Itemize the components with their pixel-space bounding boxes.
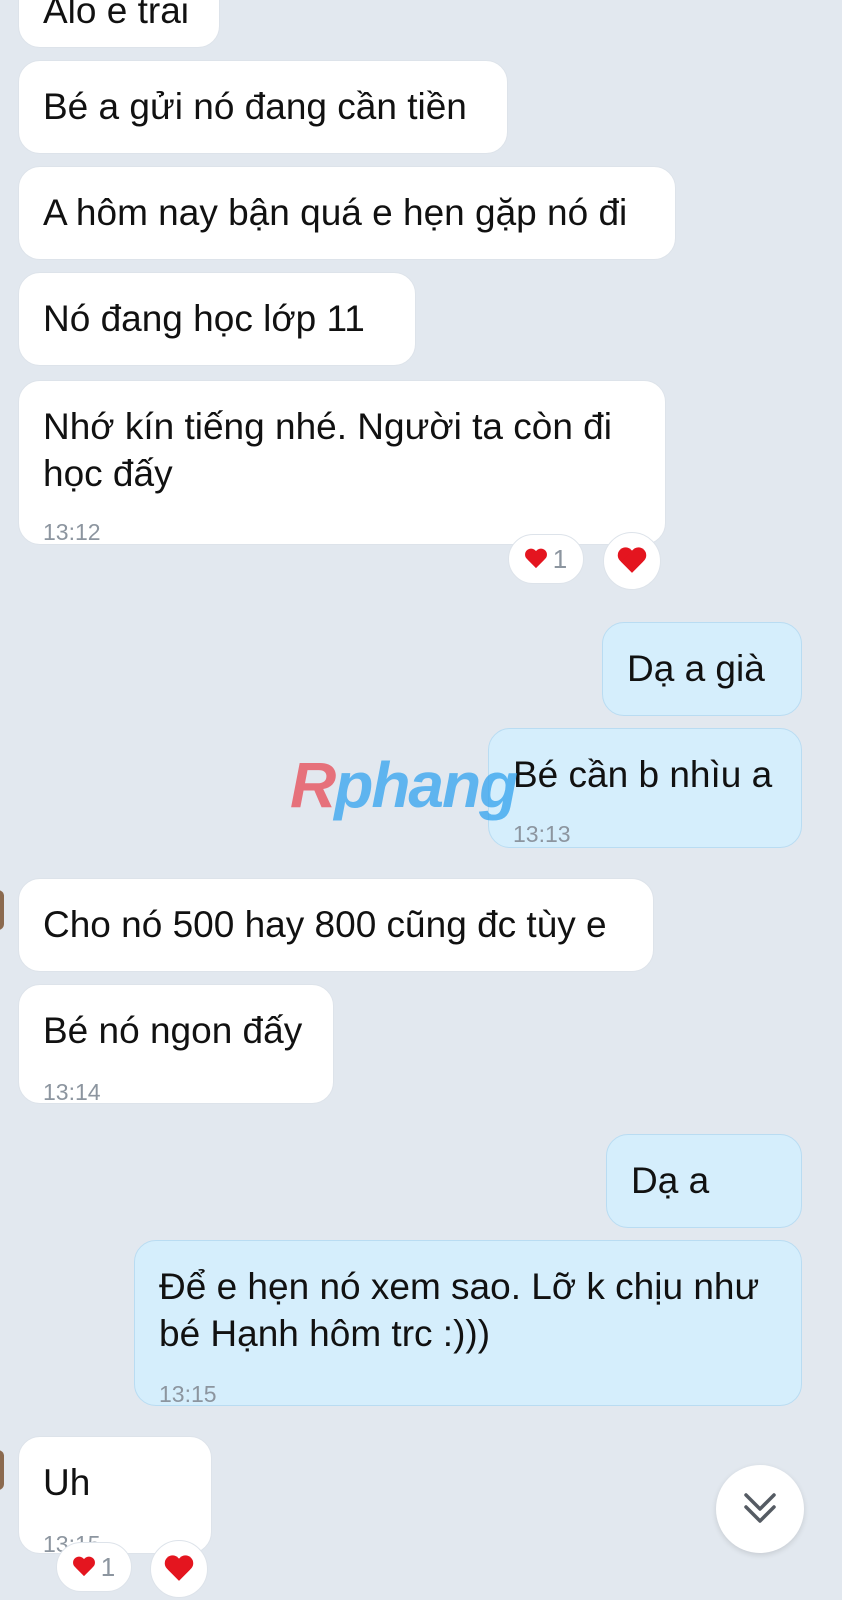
reaction-summary[interactable]: 1 bbox=[56, 1542, 132, 1592]
message-text: Nhớ kín tiếng nhé. Người ta còn đi học đ… bbox=[43, 406, 612, 494]
message-bubble[interactable]: Dạ a già bbox=[602, 622, 802, 716]
message-text: Nó đang học lớp 11 bbox=[43, 298, 365, 339]
message-text: Cho nó 500 hay 800 cũng đc tùy e bbox=[43, 904, 607, 945]
message-text: Bé cần b nhìu a bbox=[513, 754, 773, 795]
avatar-edge bbox=[0, 890, 4, 930]
message-bubble[interactable]: Bé cần b nhìu a 13:13 bbox=[488, 728, 802, 848]
message-bubble[interactable]: Dạ a bbox=[606, 1134, 802, 1228]
message-bubble[interactable]: Alo e trai bbox=[18, 0, 220, 48]
message-timestamp: 13:12 bbox=[43, 519, 101, 545]
add-reaction-button[interactable] bbox=[150, 1540, 208, 1598]
message-text: A hôm nay bận quá e hẹn gặp nó đi bbox=[43, 192, 628, 233]
message-text: Để e hẹn nó xem sao. Lỡ k chịu như bé Hạ… bbox=[159, 1266, 760, 1354]
avatar-edge bbox=[0, 1450, 4, 1490]
message-text: Bé nó ngon đấy bbox=[43, 1010, 303, 1051]
reaction-count: 1 bbox=[100, 1551, 116, 1582]
message-timestamp: 13:15 bbox=[159, 1381, 217, 1407]
message-text: Alo e trai bbox=[43, 0, 190, 31]
message-bubble[interactable]: Nó đang học lớp 11 bbox=[18, 272, 416, 366]
message-text: Dạ a bbox=[631, 1160, 710, 1201]
message-timestamp: 13:13 bbox=[513, 821, 571, 847]
add-reaction-button[interactable] bbox=[603, 532, 661, 590]
message-bubble[interactable]: Cho nó 500 hay 800 cũng đc tùy e bbox=[18, 878, 654, 972]
reaction-count: 1 bbox=[552, 543, 568, 574]
heart-icon bbox=[525, 549, 547, 569]
reaction-summary[interactable]: 1 bbox=[508, 534, 584, 584]
watermark-logo: Rphang bbox=[290, 749, 518, 821]
message-bubble[interactable]: Để e hẹn nó xem sao. Lỡ k chịu như bé Hạ… bbox=[134, 1240, 802, 1407]
message-bubble[interactable]: Nhớ kín tiếng nhé. Người ta còn đi học đ… bbox=[18, 380, 666, 545]
message-bubble[interactable]: Bé a gửi nó đang cần tiền bbox=[18, 60, 508, 154]
heart-icon bbox=[73, 1557, 95, 1577]
message-text: Bé a gửi nó đang cần tiền bbox=[43, 86, 467, 127]
heart-icon bbox=[618, 548, 647, 574]
message-text: Uh bbox=[43, 1462, 91, 1503]
message-text: Dạ a già bbox=[627, 648, 765, 689]
heart-icon bbox=[165, 1556, 194, 1582]
chevron-double-down-icon bbox=[744, 1493, 776, 1523]
scroll-to-bottom-button[interactable] bbox=[716, 1465, 804, 1553]
message-bubble[interactable]: Bé nó ngon đấy 13:14 bbox=[18, 984, 334, 1105]
message-bubble[interactable]: A hôm nay bận quá e hẹn gặp nó đi bbox=[18, 166, 676, 260]
message-timestamp: 13:14 bbox=[43, 1079, 101, 1105]
message-bubble[interactable]: Uh 13:15 bbox=[18, 1436, 212, 1557]
